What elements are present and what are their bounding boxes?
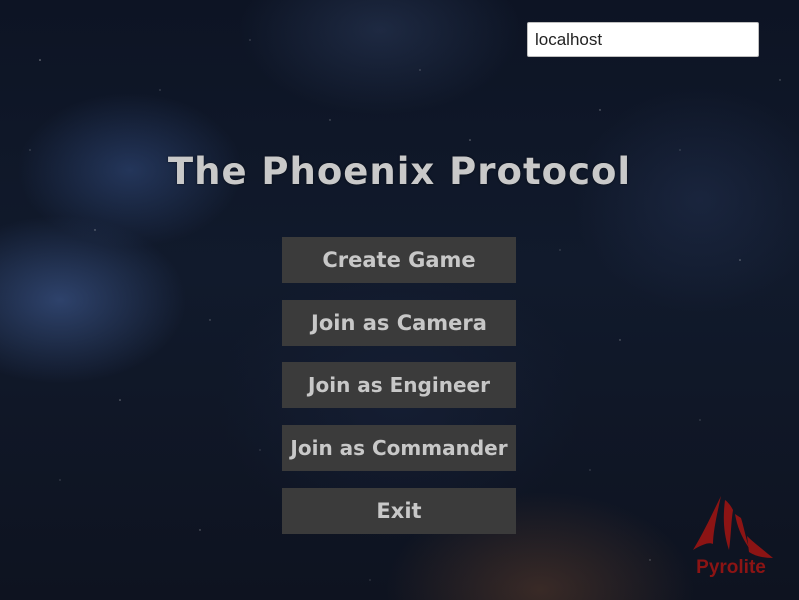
game-title: The Phoenix Protocol xyxy=(167,150,632,193)
server-address-input[interactable] xyxy=(527,22,759,57)
join-as-camera-button[interactable]: Join as Camera xyxy=(282,300,516,346)
join-as-engineer-button[interactable]: Join as Engineer xyxy=(282,362,516,408)
pyrolite-logo-text: Pyrolite xyxy=(696,557,766,578)
exit-button[interactable]: Exit xyxy=(282,488,516,534)
create-game-button[interactable]: Create Game xyxy=(282,237,516,283)
join-as-commander-button[interactable]: Join as Commander xyxy=(282,425,516,471)
